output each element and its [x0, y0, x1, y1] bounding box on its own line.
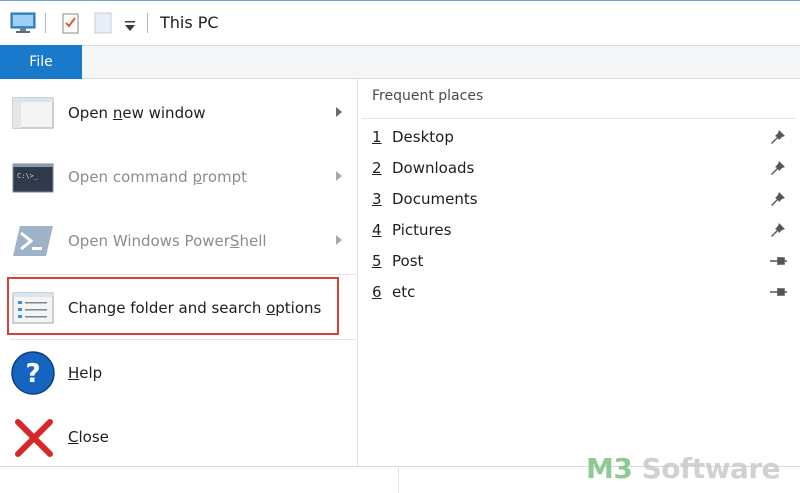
ribbon-bar [0, 45, 800, 79]
frequent-place-item[interactable]: 4 Pictures [362, 215, 796, 245]
frequent-places-header: Frequent places [372, 88, 484, 104]
pinned-icon[interactable] [768, 159, 788, 177]
frequent-place-item[interactable]: 5 Post [362, 246, 796, 276]
open-new-window-item[interactable]: Open new window [0, 82, 358, 144]
frequent-place-item[interactable]: 6 etc [362, 277, 796, 307]
cmd-icon: C:\>_ [12, 160, 54, 194]
menu-divider [10, 274, 356, 275]
new-folder-icon[interactable] [94, 12, 112, 38]
item-number: 5 [372, 252, 382, 270]
frequent-place-item[interactable]: 3 Documents [362, 184, 796, 214]
window-title: This PC [160, 13, 219, 32]
item-name: Documents [392, 190, 478, 208]
menu-divider [10, 339, 356, 340]
toolbar-separator [45, 13, 46, 33]
title-bar: This PC [0, 0, 800, 45]
item-name: etc [392, 283, 416, 301]
open-powershell-item[interactable]: Open Windows PowerShell [0, 210, 358, 272]
pinned-icon[interactable] [768, 128, 788, 146]
item-name: Post [392, 252, 424, 270]
menu-item-label: Help [68, 364, 103, 382]
menu-item-label: Close [68, 428, 109, 446]
submenu-arrow-icon [336, 107, 342, 117]
close-icon [14, 418, 54, 458]
highlight-box [7, 277, 339, 335]
frequent-places-divider [362, 118, 796, 119]
properties-icon[interactable] [62, 12, 80, 38]
window-icon [12, 96, 54, 130]
brand-watermark: M3 Software [586, 452, 781, 485]
unpinned-icon[interactable] [768, 283, 788, 301]
pinned-icon[interactable] [768, 190, 788, 208]
svg-text:?: ? [25, 359, 40, 389]
item-number: 6 [372, 283, 382, 301]
help-icon: ? [10, 350, 56, 396]
item-name: Pictures [392, 221, 452, 239]
submenu-arrow-icon [336, 171, 342, 181]
unpinned-icon[interactable] [768, 252, 788, 270]
item-number: 1 [372, 128, 382, 146]
frequent-place-item[interactable]: 1 Desktop [362, 122, 796, 152]
submenu-arrow-icon [336, 235, 342, 245]
item-number: 3 [372, 190, 382, 208]
item-name: Downloads [392, 159, 475, 177]
menu-item-label: Open command prompt [68, 168, 248, 186]
menu-item-label: Open Windows PowerShell [68, 232, 267, 250]
file-tab[interactable]: File [0, 45, 82, 79]
item-number: 4 [372, 221, 382, 239]
close-item[interactable]: Close [0, 406, 358, 468]
pinned-icon[interactable] [768, 221, 788, 239]
toolbar-separator [147, 13, 148, 33]
customize-toolbar-icon[interactable] [124, 17, 136, 36]
status-separator [398, 466, 399, 493]
svg-text:C:\>_: C:\>_ [17, 172, 39, 180]
menu-item-label: Open new window [68, 104, 206, 122]
help-item[interactable]: ? Help [0, 342, 358, 404]
item-number: 2 [372, 159, 382, 177]
powershell-icon [12, 224, 54, 258]
open-command-prompt-item[interactable]: C:\>_ Open command prompt [0, 146, 358, 208]
item-name: Desktop [392, 128, 454, 146]
frequent-place-item[interactable]: 2 Downloads [362, 153, 796, 183]
computer-icon [10, 12, 36, 38]
